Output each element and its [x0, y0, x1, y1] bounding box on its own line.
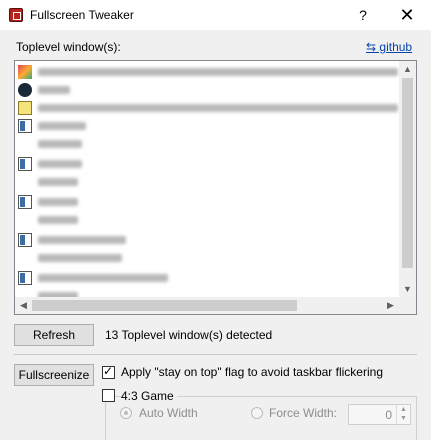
image-app-icon — [18, 65, 32, 79]
scroll-left-icon[interactable]: ◀ — [15, 297, 32, 314]
list-item[interactable] — [18, 117, 398, 135]
window-icon — [18, 233, 32, 247]
help-button[interactable]: ? — [348, 4, 378, 26]
scroll-down-icon[interactable]: ▼ — [399, 281, 416, 298]
force-width-spinbox[interactable]: 0 ▲ ▼ — [348, 404, 411, 425]
auto-width-radio[interactable] — [120, 407, 132, 419]
scrollbar-corner — [399, 297, 416, 314]
list-item[interactable] — [18, 249, 398, 267]
steam-icon — [18, 83, 32, 97]
window-icon — [18, 157, 32, 171]
window-icon — [18, 119, 32, 133]
app-icon — [9, 8, 23, 22]
refresh-button[interactable]: Refresh — [14, 324, 94, 346]
window-icon — [18, 271, 32, 285]
window-title: Fullscreen Tweaker — [30, 8, 134, 22]
title-bar: Fullscreen Tweaker ? ✕ — [0, 0, 431, 30]
list-item[interactable] — [18, 135, 398, 153]
window-icon — [18, 195, 32, 209]
horizontal-scrollbar[interactable]: ◀ ▶ — [15, 297, 399, 314]
vertical-scrollbar[interactable]: ▲ ▼ — [399, 61, 416, 298]
list-item[interactable] — [18, 211, 398, 229]
vertical-scroll-thumb[interactable] — [402, 78, 413, 268]
close-button[interactable]: ✕ — [392, 4, 422, 26]
stay-on-top-checkbox[interactable] — [102, 364, 115, 379]
fullscreenize-button[interactable]: Fullscreenize — [14, 364, 94, 386]
list-item[interactable] — [18, 231, 398, 249]
list-item[interactable] — [18, 81, 398, 99]
stay-on-top-label[interactable]: Apply "stay on top" flag to avoid taskba… — [121, 365, 383, 379]
list-item[interactable] — [18, 155, 398, 173]
spin-arrows-icon[interactable]: ▲ ▼ — [396, 405, 410, 424]
list-item[interactable] — [18, 63, 398, 81]
github-link[interactable]: ⇆ github — [366, 40, 412, 54]
list-item[interactable] — [18, 99, 398, 117]
list-item[interactable] — [18, 193, 398, 211]
force-width-value: 0 — [385, 408, 392, 422]
force-width-radio[interactable] — [251, 407, 263, 419]
list-item[interactable] — [18, 173, 398, 191]
list-item[interactable] — [18, 269, 398, 287]
force-width-label: Force Width: — [269, 406, 338, 420]
window-list[interactable]: ▲ ▼ ◀ ▶ — [14, 60, 417, 315]
horizontal-scroll-thumb[interactable] — [32, 300, 297, 311]
divider — [14, 354, 417, 355]
toplevel-windows-label: Toplevel window(s): — [16, 40, 121, 54]
status-text: 13 Toplevel window(s) detected — [105, 328, 273, 342]
notepad-icon — [18, 101, 32, 115]
game-4-3-label[interactable]: 4:3 Game — [121, 389, 177, 403]
scroll-right-icon[interactable]: ▶ — [382, 297, 399, 314]
auto-width-label: Auto Width — [139, 406, 198, 420]
game-4-3-checkbox[interactable] — [102, 389, 115, 402]
scroll-up-icon[interactable]: ▲ — [399, 61, 416, 78]
